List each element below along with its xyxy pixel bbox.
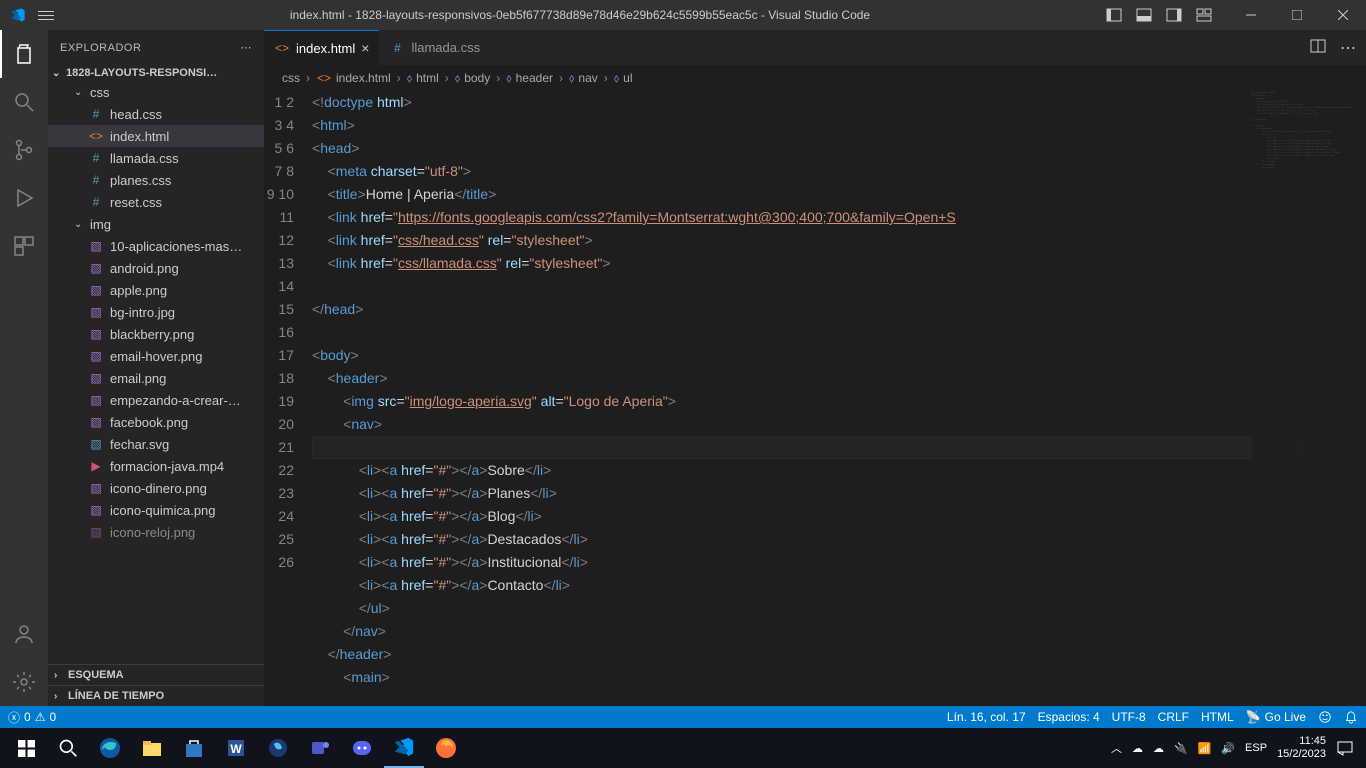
status-bell-icon[interactable] xyxy=(1344,710,1358,724)
file-img-3[interactable]: ▧bg-intro.jpg xyxy=(48,301,264,323)
toggle-panel-icon[interactable] xyxy=(1136,7,1152,23)
task-discord-icon[interactable] xyxy=(342,728,382,768)
file-img-9[interactable]: ▧fechar.svg xyxy=(48,433,264,455)
folder-css[interactable]: ⌄css xyxy=(48,81,264,103)
more-actions-icon[interactable]: ⋯ xyxy=(1340,38,1356,58)
run-debug-icon[interactable] xyxy=(0,174,48,222)
toggle-secondary-sidebar-icon[interactable] xyxy=(1166,7,1182,23)
sidebar-title: EXPLORADOR xyxy=(60,42,141,54)
status-indent[interactable]: Espacios: 4 xyxy=(1038,710,1100,724)
more-icon[interactable]: ⋯ xyxy=(241,41,253,54)
maximize-button[interactable] xyxy=(1274,0,1320,30)
status-errors[interactable]: ⓧ0⚠0 xyxy=(8,709,56,726)
file-img-10[interactable]: ▶formacion-java.mp4 xyxy=(48,455,264,477)
accounts-icon[interactable] xyxy=(0,610,48,658)
windows-taskbar: W ︿ ☁ ☁ 🔌 📶 🔊 ESP 11:45 15/2/2023 xyxy=(0,728,1366,768)
editor-group: <> index.html × # llamada.css ⋯ css› <>i… xyxy=(264,30,1366,706)
close-tab-icon[interactable]: × xyxy=(361,40,369,56)
tray-chevron-icon[interactable]: ︿ xyxy=(1111,740,1122,756)
status-language[interactable]: HTML xyxy=(1201,710,1234,724)
file-head-css[interactable]: #head.css xyxy=(48,103,264,125)
settings-gear-icon[interactable] xyxy=(0,658,48,706)
search-icon[interactable] xyxy=(0,78,48,126)
status-eol[interactable]: CRLF xyxy=(1158,710,1189,724)
html-file-icon: <> xyxy=(274,41,290,55)
tray-wifi-icon[interactable]: 📶 xyxy=(1198,742,1212,755)
task-vscode-icon[interactable] xyxy=(384,728,424,768)
task-firefox-icon[interactable] xyxy=(426,728,466,768)
task-explorer-icon[interactable] xyxy=(132,728,172,768)
file-tree: ⌄css #head.css <>index.html #llamada.css… xyxy=(48,81,264,664)
tab-llamada-css[interactable]: # llamada.css xyxy=(379,30,490,65)
file-img-0[interactable]: ▧10-aplicaciones-mas… xyxy=(48,235,264,257)
file-llamada-css[interactable]: #llamada.css xyxy=(48,147,264,169)
task-teams-icon[interactable] xyxy=(300,728,340,768)
css-file-icon: # xyxy=(389,41,405,55)
file-img-6[interactable]: ▧email.png xyxy=(48,367,264,389)
app-menu-icon[interactable] xyxy=(38,7,54,23)
task-word-icon[interactable]: W xyxy=(216,728,256,768)
status-golive[interactable]: 📡Go Live xyxy=(1246,710,1306,724)
outline-section[interactable]: ›ESQUEMA xyxy=(48,664,264,685)
tab-index-html[interactable]: <> index.html × xyxy=(264,30,379,65)
task-edge-icon[interactable] xyxy=(90,728,130,768)
tray-onedrive-icon[interactable]: ☁ xyxy=(1132,742,1143,755)
titlebar: index.html - 1828-layouts-responsivos-0e… xyxy=(0,0,1366,30)
status-bar: ⓧ0⚠0 Lín. 16, col. 17 Espacios: 4 UTF-8 … xyxy=(0,706,1366,728)
file-img-5[interactable]: ▧email-hover.png xyxy=(48,345,264,367)
extensions-icon[interactable] xyxy=(0,222,48,270)
minimap[interactable]: &lt;!doctype html&gt; &lt;html&gt; &lt;h… xyxy=(1252,92,1352,652)
file-img-13[interactable]: ▧icono-reloj.png xyxy=(48,521,264,543)
status-encoding[interactable]: UTF-8 xyxy=(1112,710,1146,724)
tray-clock[interactable]: 11:45 15/2/2023 xyxy=(1277,735,1326,761)
task-copilot-icon[interactable] xyxy=(258,728,298,768)
file-img-11[interactable]: ▧icono-dinero.png xyxy=(48,477,264,499)
code-editor[interactable]: 1 2 3 4 5 6 7 8 9 10 11 12 13 14 15 16 1… xyxy=(264,91,1366,706)
file-img-2[interactable]: ▧apple.png xyxy=(48,279,264,301)
vscode-logo-icon xyxy=(10,7,26,23)
task-store-icon[interactable] xyxy=(174,728,214,768)
minimize-button[interactable] xyxy=(1228,0,1274,30)
tray-language[interactable]: ESP xyxy=(1245,742,1267,754)
start-button[interactable] xyxy=(6,728,46,768)
toggle-primary-sidebar-icon[interactable] xyxy=(1106,7,1122,23)
svg-text:W: W xyxy=(230,742,242,756)
status-line-col[interactable]: Lín. 16, col. 17 xyxy=(947,710,1026,724)
file-index-html[interactable]: <>index.html xyxy=(48,125,264,147)
sidebar: EXPLORADOR ⋯ ⌄1828-LAYOUTS-RESPONSI… ⌄cs… xyxy=(48,30,264,706)
task-search-icon[interactable] xyxy=(48,728,88,768)
tray-power-icon[interactable]: 🔌 xyxy=(1174,742,1188,755)
folder-root[interactable]: ⌄1828-LAYOUTS-RESPONSI… xyxy=(48,65,264,81)
file-planes-css[interactable]: #planes.css xyxy=(48,169,264,191)
tray-cloud-icon[interactable]: ☁ xyxy=(1153,742,1164,755)
tray-notifications-icon[interactable] xyxy=(1336,739,1354,757)
status-feedback-icon[interactable] xyxy=(1318,710,1332,724)
close-button[interactable] xyxy=(1320,0,1366,30)
file-img-1[interactable]: ▧android.png xyxy=(48,257,264,279)
explorer-icon[interactable] xyxy=(0,30,48,78)
tray-volume-icon[interactable]: 🔊 xyxy=(1221,742,1235,755)
activity-bar xyxy=(0,30,48,706)
folder-img[interactable]: ⌄img xyxy=(48,213,264,235)
file-reset-css[interactable]: #reset.css xyxy=(48,191,264,213)
file-img-8[interactable]: ▧facebook.png xyxy=(48,411,264,433)
system-tray[interactable]: ︿ ☁ ☁ 🔌 📶 🔊 ESP 11:45 15/2/2023 xyxy=(1111,735,1360,761)
customize-layout-icon[interactable] xyxy=(1196,7,1212,23)
split-editor-icon[interactable] xyxy=(1310,38,1326,58)
window-title: index.html - 1828-layouts-responsivos-0e… xyxy=(54,8,1106,22)
tab-bar: <> index.html × # llamada.css ⋯ xyxy=(264,30,1366,65)
file-img-12[interactable]: ▧icono-quimica.png xyxy=(48,499,264,521)
file-img-7[interactable]: ▧empezando-a-crear-… xyxy=(48,389,264,411)
source-control-icon[interactable] xyxy=(0,126,48,174)
breadcrumb[interactable]: css› <>index.html› ⬨html› ⬨body› ⬨header… xyxy=(264,65,1366,91)
timeline-section[interactable]: ›LÍNEA DE TIEMPO xyxy=(48,685,264,706)
file-img-4[interactable]: ▧blackberry.png xyxy=(48,323,264,345)
